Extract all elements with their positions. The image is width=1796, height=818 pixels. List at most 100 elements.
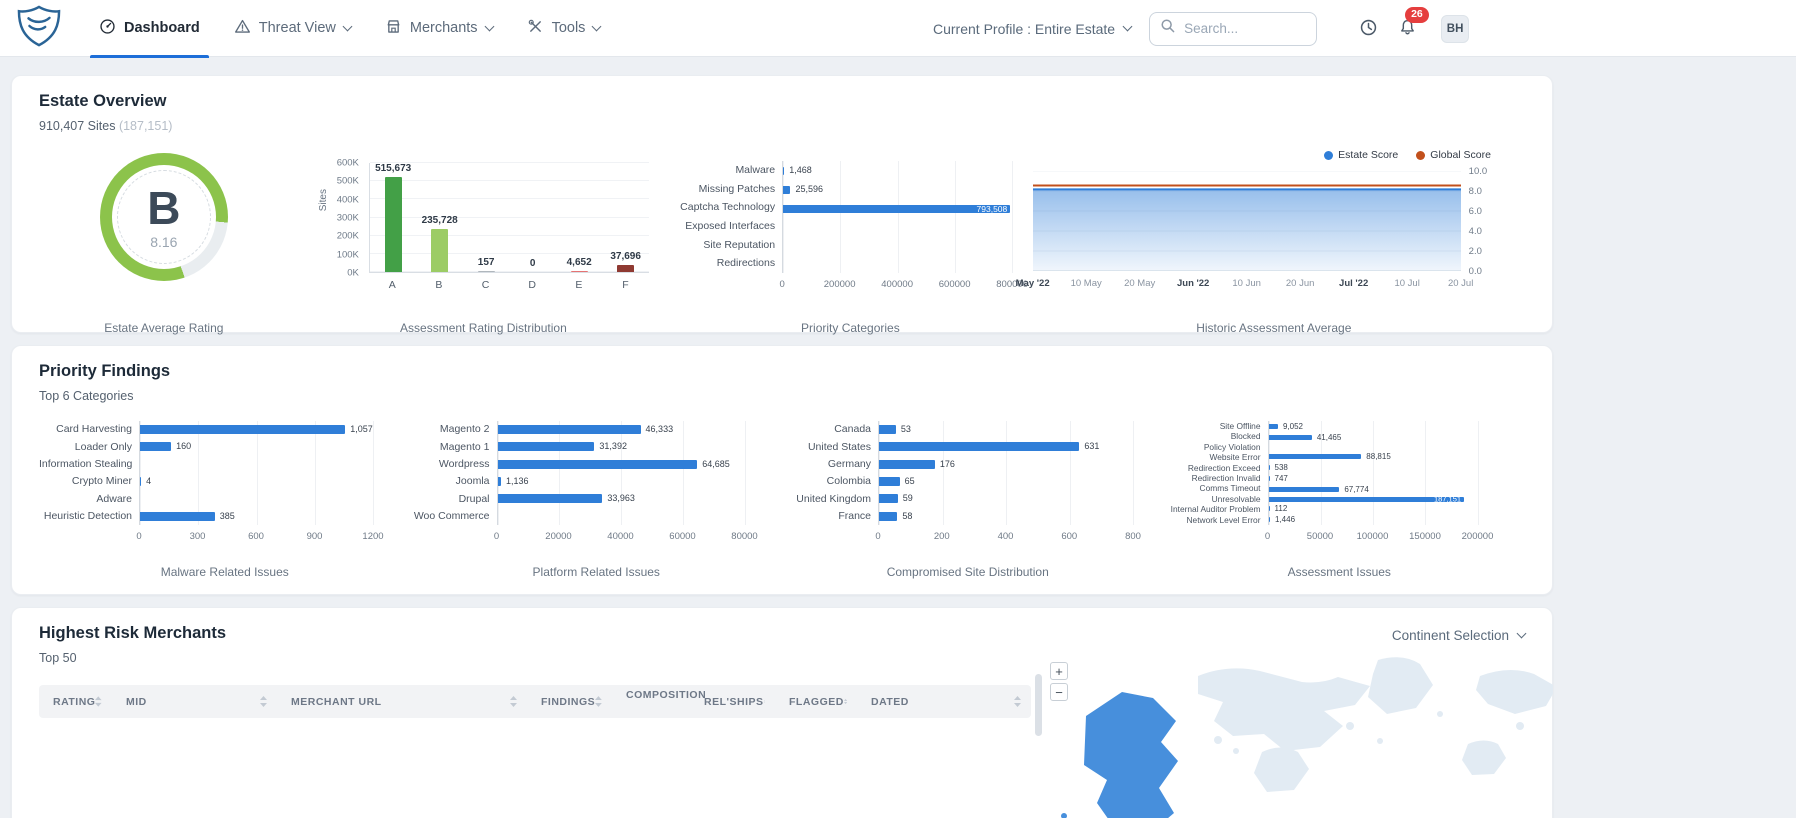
chart-caption: Assessment Issues xyxy=(1154,565,1526,579)
bar xyxy=(140,494,373,503)
column-header-findings[interactable]: Findings xyxy=(527,685,612,718)
zoom-in-button[interactable]: + xyxy=(1050,662,1068,680)
profile-selector[interactable]: Current Profile : Entire Estate xyxy=(933,21,1131,37)
bar: 53 xyxy=(879,425,1133,434)
bar: 58 xyxy=(879,512,1133,521)
column-header-merchant-url[interactable]: Merchant URL xyxy=(277,685,527,718)
nav-item-label: Merchants xyxy=(410,20,478,36)
legend-label: Global Score xyxy=(1430,149,1491,161)
profile-selector-label: Current Profile : Entire Estate xyxy=(933,21,1115,37)
column-header-rating[interactable]: Rating xyxy=(39,685,112,718)
threat-icon xyxy=(234,18,251,39)
column-header-flagged[interactable]: Flagged xyxy=(775,685,857,718)
priority-findings-title: Priority Findings xyxy=(39,362,1525,381)
chart-caption: Compromised Site Distribution xyxy=(782,565,1154,579)
nav-item-label: Tools xyxy=(552,20,586,36)
nav-item-tools[interactable]: Tools xyxy=(510,0,618,57)
bar: 33,963 xyxy=(498,494,745,503)
nav-item-merchants[interactable]: Merchants xyxy=(368,0,510,57)
user-avatar[interactable]: BH xyxy=(1441,15,1469,43)
bar: 25,596 xyxy=(783,185,1012,194)
bar xyxy=(783,260,1012,268)
chart-caption: Platform Related Issues xyxy=(411,565,783,579)
malware-related-issues-block: Card HarvestingLoader OnlyInformation St… xyxy=(39,421,411,583)
tools-icon xyxy=(527,18,544,39)
bar: 631 xyxy=(879,442,1133,451)
bar: 1,446 xyxy=(1269,516,1478,524)
platform-related-issues-block: Magento 2Magento 1WordpressJoomlaDrupalW… xyxy=(411,421,783,583)
chart-legend: Estate Score Global Score xyxy=(1023,149,1491,161)
merchants-table-header: RatingMIDMerchant URLFindingsComposition… xyxy=(39,685,1031,718)
bar: 112 xyxy=(1269,505,1478,513)
chart-caption: Malware Related Issues xyxy=(39,565,411,579)
notifications-button[interactable]: 26 xyxy=(1396,16,1419,42)
map-region-alaska[interactable] xyxy=(1061,692,1178,818)
bar: 31,392 xyxy=(498,442,745,451)
priority-findings-card: Priority Findings Top 6 Categories Card … xyxy=(11,345,1553,595)
world-map: + − xyxy=(1048,654,1554,818)
continent-selector-label: Continent Selection xyxy=(1392,628,1509,643)
bar xyxy=(1269,445,1478,450)
estate-rating-gauge: B 8.16 xyxy=(100,153,228,281)
priority-findings-subtitle: Top 6 Categories xyxy=(39,389,1525,403)
scrollbar-thumb[interactable] xyxy=(1035,674,1042,736)
nav-item-label: Dashboard xyxy=(124,20,200,36)
sort-icon xyxy=(595,696,602,707)
gauge-grade: B xyxy=(147,185,180,231)
column-header-mid[interactable]: MID xyxy=(112,685,277,718)
estate-overview-card: Estate Overview 910,407 Sites (187,151) … xyxy=(11,75,1553,333)
map-svg xyxy=(1048,654,1553,818)
priority-categories-block: MalwareMissing PatchesCaptcha Technology… xyxy=(678,147,1023,339)
estate-average-rating-block: B 8.16 Estate Average Rating xyxy=(39,147,289,339)
bar xyxy=(783,223,1012,231)
nav-item-label: Threat View xyxy=(259,20,336,36)
bar: 67,774 xyxy=(1269,486,1478,494)
bar: 160 xyxy=(140,442,373,451)
nav-right-cluster: Current Profile : Entire Estate 26 BH xyxy=(933,0,1469,57)
bar: 46,333 xyxy=(498,425,745,434)
bar: 59 xyxy=(879,494,1133,503)
history-clock-icon xyxy=(1359,18,1378,40)
bar xyxy=(783,241,1012,249)
sort-icon xyxy=(1014,696,1021,707)
sort-icon xyxy=(510,696,517,707)
app-logo[interactable] xyxy=(16,5,62,52)
top-navbar: Dashboard Threat View Merchants Tools C xyxy=(0,0,1796,57)
sort-icon xyxy=(260,696,267,707)
estate-overview-title: Estate Overview xyxy=(39,92,1525,111)
bar: 65 xyxy=(879,477,1133,486)
nav-item-dashboard[interactable]: Dashboard xyxy=(82,0,217,57)
notification-badge: 26 xyxy=(1405,7,1429,23)
chevron-down-icon xyxy=(1517,629,1527,639)
bar: 41,465 xyxy=(1269,434,1478,442)
chart-caption: Priority Categories xyxy=(678,321,1023,335)
estate-charts-row: B 8.16 Estate Average Rating Sites0K100K… xyxy=(39,147,1525,339)
bar: 9,052 xyxy=(1269,423,1478,431)
zoom-out-button[interactable]: − xyxy=(1050,683,1068,701)
continent-selector[interactable]: Continent Selection xyxy=(1392,628,1525,643)
bar: 1,136 xyxy=(498,477,745,486)
bar: 4 xyxy=(140,477,373,486)
chart-caption: Historic Assessment Average xyxy=(1023,321,1525,335)
bar: 747 xyxy=(1269,475,1478,483)
map-zoom-controls: + − xyxy=(1050,662,1068,701)
search-input[interactable] xyxy=(1184,21,1300,36)
column-header-composition[interactable]: Composition xyxy=(612,685,690,718)
nav-item-threat-view[interactable]: Threat View xyxy=(217,0,368,57)
bar: 0 xyxy=(511,258,555,272)
priority-categories-chart: MalwareMissing PatchesCaptcha Technology… xyxy=(678,161,1023,291)
bar: 4,652 xyxy=(557,257,601,272)
main-nav: Dashboard Threat View Merchants Tools xyxy=(82,0,617,57)
legend-dot xyxy=(1416,151,1425,160)
gauge-score: 8.16 xyxy=(150,234,177,250)
estate-overview-subtitle: 910,407 Sites (187,151) xyxy=(39,119,1525,133)
bar xyxy=(498,512,745,521)
legend-item-estate-score[interactable]: Estate Score xyxy=(1324,149,1398,161)
history-button[interactable] xyxy=(1357,16,1380,42)
bar: 187,151 xyxy=(1269,497,1478,502)
bar: 176 xyxy=(879,460,1133,469)
assessment-issues-block: Site OfflineBlockedPolicy ViolationWebsi… xyxy=(1154,421,1526,583)
column-header-dated[interactable]: Dated xyxy=(857,685,1031,718)
compromised-site-distribution-chart: CanadaUnited StatesGermanyColombiaUnited… xyxy=(782,421,1154,543)
legend-item-global-score[interactable]: Global Score xyxy=(1416,149,1491,161)
